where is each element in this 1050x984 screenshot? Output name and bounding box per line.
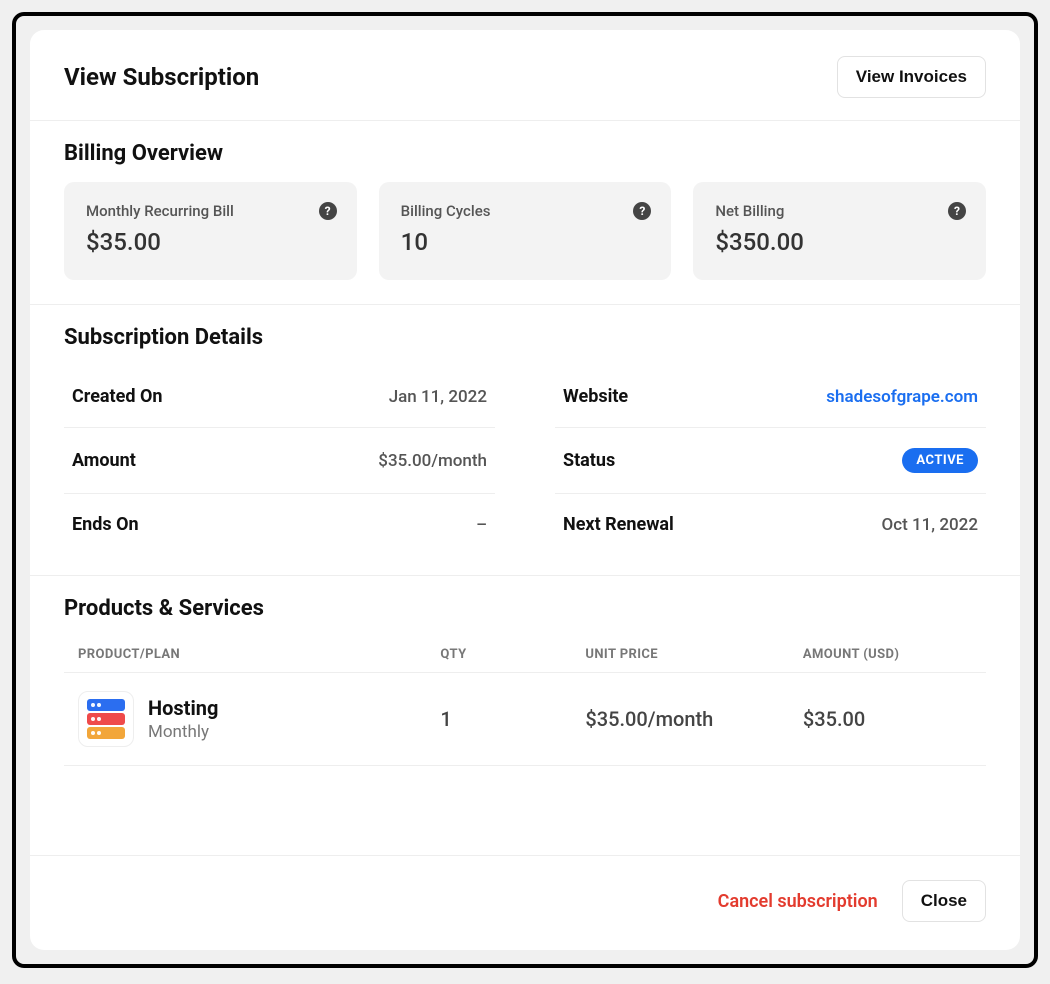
products-header-row: PRODUCT/PLAN QTY UNIT PRICE AMOUNT (USD) bbox=[64, 637, 986, 672]
modal-title: View Subscription bbox=[64, 63, 259, 91]
detail-value: – bbox=[476, 515, 487, 535]
detail-value: Oct 11, 2022 bbox=[882, 515, 978, 535]
product-unit-price: $35.00/month bbox=[585, 707, 802, 731]
billing-overview-cards: ? Monthly Recurring Bill $35.00 ? Billin… bbox=[30, 182, 1020, 305]
card-label: Net Billing bbox=[715, 202, 964, 220]
detail-amount: Amount $35.00/month bbox=[64, 428, 495, 494]
detail-created-on: Created On Jan 11, 2022 bbox=[64, 366, 495, 428]
product-name: Hosting bbox=[148, 696, 218, 720]
detail-value: Jan 11, 2022 bbox=[389, 387, 487, 407]
help-icon[interactable]: ? bbox=[948, 202, 966, 220]
detail-website: Website shadesofgrape.com bbox=[555, 366, 986, 428]
col-qty: QTY bbox=[440, 647, 585, 662]
card-monthly-recurring: ? Monthly Recurring Bill $35.00 bbox=[64, 182, 357, 280]
card-value: $350.00 bbox=[715, 228, 964, 256]
detail-label: Website bbox=[563, 386, 628, 407]
detail-next-renewal: Next Renewal Oct 11, 2022 bbox=[555, 494, 986, 555]
modal-footer: Cancel subscription Close bbox=[30, 855, 1020, 950]
col-unit-price: UNIT PRICE bbox=[585, 647, 802, 662]
products-title: Products & Services bbox=[30, 576, 1020, 637]
product-row: Hosting Monthly 1 $35.00/month $35.00 bbox=[64, 672, 986, 766]
col-amount: AMOUNT (USD) bbox=[803, 647, 972, 662]
modal-header: View Subscription View Invoices bbox=[30, 30, 1020, 121]
card-value: 10 bbox=[401, 228, 650, 256]
website-link[interactable]: shadesofgrape.com bbox=[826, 387, 978, 407]
card-billing-cycles: ? Billing Cycles 10 bbox=[379, 182, 672, 280]
card-label: Monthly Recurring Bill bbox=[86, 202, 335, 220]
detail-label: Status bbox=[563, 450, 615, 471]
product-subtext: Monthly bbox=[148, 722, 218, 742]
detail-label: Ends On bbox=[72, 514, 139, 535]
close-button[interactable]: Close bbox=[902, 880, 986, 922]
product-qty: 1 bbox=[440, 707, 585, 731]
view-invoices-button[interactable]: View Invoices bbox=[837, 56, 986, 98]
detail-label: Amount bbox=[72, 450, 136, 471]
hosting-icon bbox=[78, 691, 134, 747]
col-product-plan: PRODUCT/PLAN bbox=[78, 647, 440, 662]
detail-value: $35.00/month bbox=[378, 451, 487, 471]
detail-label: Next Renewal bbox=[563, 514, 674, 535]
products-table: PRODUCT/PLAN QTY UNIT PRICE AMOUNT (USD)… bbox=[30, 637, 1020, 855]
help-icon[interactable]: ? bbox=[319, 202, 337, 220]
card-label: Billing Cycles bbox=[401, 202, 650, 220]
subscription-details: Created On Jan 11, 2022 Website shadesof… bbox=[30, 366, 1020, 576]
subscription-details-title: Subscription Details bbox=[30, 305, 1020, 366]
card-value: $35.00 bbox=[86, 228, 335, 256]
cancel-subscription-link[interactable]: Cancel subscription bbox=[718, 891, 878, 912]
detail-status: Status ACTIVE bbox=[555, 428, 986, 494]
detail-ends-on: Ends On – bbox=[64, 494, 495, 555]
product-amount: $35.00 bbox=[803, 707, 972, 731]
detail-label: Created On bbox=[72, 386, 162, 407]
subscription-modal: View Subscription View Invoices Billing … bbox=[30, 30, 1020, 950]
status-badge: ACTIVE bbox=[902, 448, 978, 473]
billing-overview-title: Billing Overview bbox=[30, 121, 1020, 182]
card-net-billing: ? Net Billing $350.00 bbox=[693, 182, 986, 280]
